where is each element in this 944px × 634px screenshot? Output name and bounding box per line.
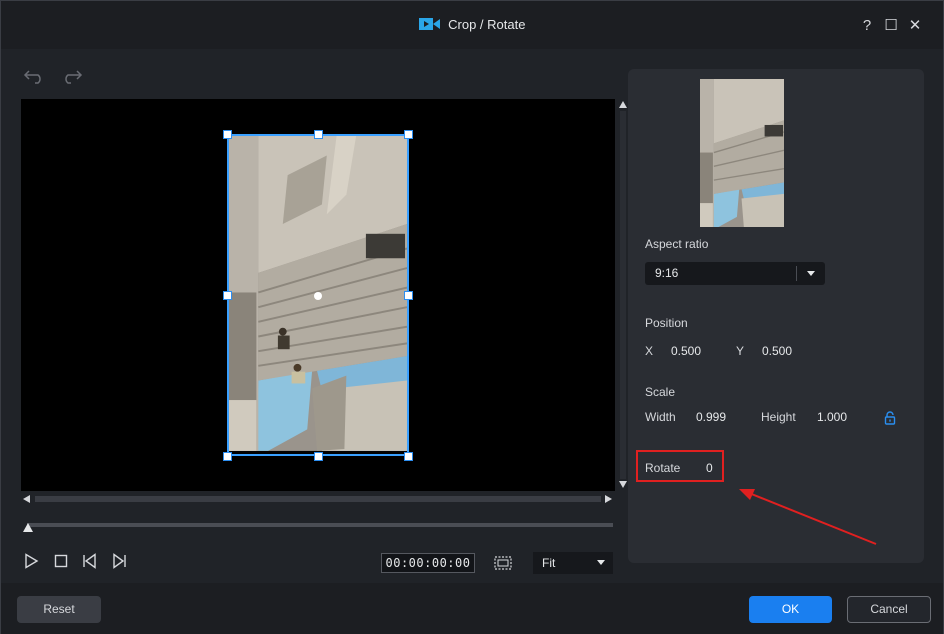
crop-handle-bottom[interactable] <box>314 452 323 461</box>
stop-icon[interactable] <box>53 553 69 569</box>
select-divider <box>796 266 797 281</box>
chevron-down-icon <box>807 271 815 276</box>
crop-handle-right[interactable] <box>404 291 413 300</box>
chevron-down-icon <box>597 560 605 565</box>
ok-button[interactable]: OK <box>749 596 832 623</box>
play-icon[interactable] <box>23 553 39 569</box>
app-icon <box>418 18 440 30</box>
scroll-right-arrow[interactable] <box>605 495 612 503</box>
crop-handle-top-right[interactable] <box>404 130 413 139</box>
dialog-footer: Reset OK Cancel <box>1 583 943 634</box>
crop-rotate-window: Crop / Rotate ? ☐ ✕ 00:00:00:00 Fit Aspe… <box>0 0 944 634</box>
aspect-ratio-value: 9:16 <box>655 266 679 280</box>
cancel-button[interactable]: Cancel <box>847 596 931 623</box>
annotation-arrow <box>739 489 877 545</box>
next-frame-icon[interactable] <box>111 553 127 569</box>
zoom-select[interactable]: Fit <box>533 552 613 574</box>
scale-height-value[interactable]: 1.000 <box>817 410 847 424</box>
scale-label: Scale <box>645 385 676 399</box>
crop-center-point[interactable] <box>314 292 322 300</box>
reset-button[interactable]: Reset <box>17 596 101 623</box>
scale-width-label: Width <box>645 410 676 424</box>
position-y-value[interactable]: 0.500 <box>762 344 792 358</box>
position-y-label: Y <box>736 344 745 358</box>
horizontal-scrollbar[interactable] <box>21 493 615 505</box>
maximize-button[interactable]: ☐ <box>883 18 899 34</box>
crop-handle-bottom-right[interactable] <box>404 452 413 461</box>
thumbnail-image <box>700 79 784 227</box>
crop-handle-top-left[interactable] <box>223 130 232 139</box>
vertical-scrollbar[interactable] <box>618 99 628 491</box>
scale-width-value[interactable]: 0.999 <box>696 410 726 424</box>
zoom-select-value: Fit <box>542 556 556 570</box>
aspect-ratio-select[interactable]: 9:16 <box>645 262 825 285</box>
crop-handle-top[interactable] <box>314 130 323 139</box>
title-bar: Crop / Rotate ? ☐ ✕ <box>1 1 943 49</box>
lock-icon[interactable] <box>884 411 896 425</box>
scale-height-label: Height <box>761 410 796 424</box>
help-button[interactable]: ? <box>859 18 875 34</box>
window-title: Crop / Rotate <box>448 17 526 32</box>
undo-icon[interactable] <box>23 68 45 84</box>
position-x-value[interactable]: 0.500 <box>671 344 701 358</box>
horizontal-scroll-track[interactable] <box>35 496 601 502</box>
close-button[interactable]: ✕ <box>907 18 923 34</box>
position-x-label: X <box>645 344 654 358</box>
timeline-slider[interactable] <box>27 523 613 527</box>
scroll-down-arrow[interactable] <box>619 481 627 488</box>
aspect-ratio-label: Aspect ratio <box>645 237 709 251</box>
crop-preview-thumbnail <box>700 79 784 227</box>
video-preview[interactable] <box>21 99 615 491</box>
crop-handle-left[interactable] <box>223 291 232 300</box>
redo-icon[interactable] <box>61 68 83 84</box>
fit-screen-icon[interactable] <box>494 556 512 570</box>
scroll-left-arrow[interactable] <box>23 495 30 503</box>
rotate-highlight-box <box>636 450 724 482</box>
vertical-scroll-track[interactable] <box>620 111 626 479</box>
crop-handle-bottom-left[interactable] <box>223 452 232 461</box>
playhead-marker[interactable] <box>23 523 33 532</box>
timecode-display[interactable]: 00:00:00:00 <box>381 553 475 573</box>
window-title-area: Crop / Rotate <box>1 17 943 32</box>
previous-frame-icon[interactable] <box>82 553 98 569</box>
position-label: Position <box>645 316 688 330</box>
scroll-up-arrow[interactable] <box>619 101 627 108</box>
